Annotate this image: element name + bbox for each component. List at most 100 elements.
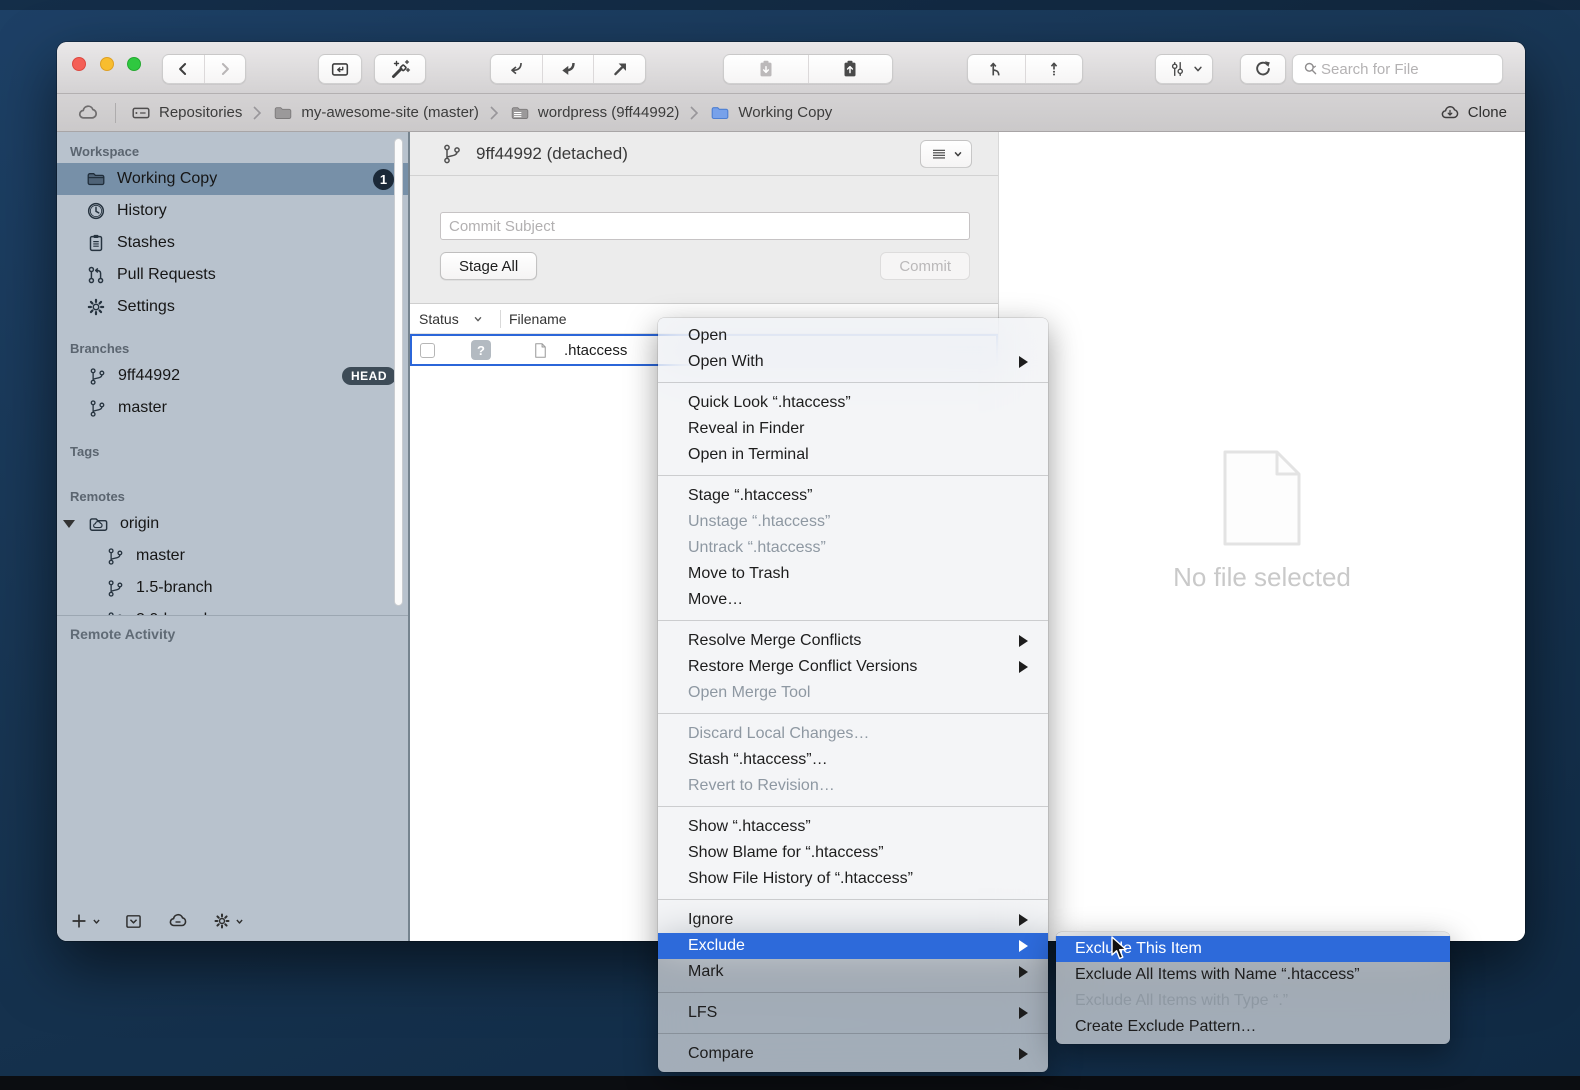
push-button[interactable] [593,55,645,83]
sidebar-item-history[interactable]: History [57,195,408,227]
search-field[interactable] [1292,54,1503,84]
stashes-icon [85,232,107,254]
pane-options-button[interactable] [920,140,972,168]
sidebar-item-stashes[interactable]: Stashes [57,227,408,259]
sidebar-scrollbar[interactable] [394,138,403,606]
stash-button[interactable] [724,55,808,83]
menu-item-mark[interactable]: Mark [658,959,1048,985]
actions-gear-button[interactable] [212,911,244,931]
change-count-badge: 1 [373,169,394,190]
sidebar-item-pull-requests[interactable]: Pull Requests [57,259,408,291]
remote-activity-panel: Remote Activity [57,615,408,901]
hamburger-menu-icon [930,145,948,163]
menu-item-compare[interactable]: Compare [658,1041,1048,1067]
forward-button[interactable] [204,55,246,83]
breadcrumb-submodule[interactable]: wordpress (9ff44992) [509,102,679,124]
add-button[interactable] [69,911,101,931]
sync-group [490,54,646,84]
commit-button[interactable]: Commit [880,252,970,280]
fetch-button[interactable] [491,55,542,83]
cloud-icon [166,909,190,933]
no-file-selected-text: No file selected [1173,562,1351,593]
back-button[interactable] [163,55,204,83]
sidebar-remote-branch-2-0[interactable]: 2.0-branch [57,604,408,615]
breadcrumb-repo[interactable]: my-awesome-site (master) [272,102,479,124]
breadcrumb: Repositories my-awesome-site (master) wo… [57,94,1525,132]
submenu-arrow-icon [1019,1007,1028,1019]
sidebar-tree: Workspace Working Copy 1 History Stashes… [57,132,408,615]
submenu-item-create-exclude-pattern[interactable]: Create Exclude Pattern… [1056,1014,1450,1040]
menu-item-move[interactable]: Move… [658,587,1048,613]
rebase-button[interactable] [1025,55,1083,83]
close-window-button[interactable] [72,57,86,71]
sidebar-remote-branch-1-5[interactable]: 1.5-branch [57,572,408,604]
stash-group [723,54,893,84]
stash-pop-icon [839,58,861,80]
filename-column-header[interactable]: Filename [501,311,567,327]
stage-checkbox[interactable] [420,343,435,358]
submenu-arrow-icon [1019,940,1028,952]
menu-item-reveal-in-finder[interactable]: Reveal in Finder [658,416,1048,442]
branch-icon [105,610,126,616]
push-icon [609,58,631,80]
file-preview-panel: No file selected [998,132,1525,941]
stash-save-icon [755,58,777,80]
menu-item-restore-merge-conflict-versions[interactable]: Restore Merge Conflict Versions [658,654,1048,680]
menu-item-quick-look[interactable]: Quick Look “.htaccess” [658,390,1048,416]
search-input[interactable] [1321,61,1494,78]
menu-item-ignore[interactable]: Ignore [658,907,1048,933]
menu-item-resolve-merge-conflicts[interactable]: Resolve Merge Conflicts [658,628,1048,654]
cloud-account-button[interactable] [166,909,190,933]
menu-item-stash[interactable]: Stash “.htaccess”… [658,747,1048,773]
workspace-section-label: Workspace [57,138,408,163]
menu-item-move-to-trash[interactable]: Move to Trash [658,561,1048,587]
commit-button-toolbar[interactable] [318,54,362,84]
menu-item-open[interactable]: Open [658,323,1048,349]
breadcrumb-separator [251,105,263,121]
untracked-status-badge: ? [471,340,491,360]
breadcrumb-repositories[interactable]: Repositories [130,102,242,124]
view-options-button[interactable] [1155,54,1213,84]
sidebar-item-working-copy[interactable]: Working Copy 1 [57,163,408,195]
sidebar-footer [57,901,408,941]
refresh-button[interactable] [1240,54,1286,84]
stage-all-button[interactable]: Stage All [440,252,537,280]
menu-separator [658,713,1048,714]
remote-folder-icon [87,513,110,536]
sidebar-item-settings[interactable]: Settings [57,291,408,323]
commit-subject-input[interactable] [440,212,970,240]
no-file-document-icon [1223,450,1301,546]
pull-button[interactable] [542,55,594,83]
sidebar-branch-9ff44992[interactable]: 9ff44992 HEAD [57,360,408,392]
gear-icon [212,911,232,931]
zoom-window-button[interactable] [127,57,141,71]
sidebar-branch-master[interactable]: master [57,392,408,424]
submenu-arrow-icon [1019,914,1028,926]
menu-item-lfs[interactable]: LFS [658,1000,1048,1026]
fetch-icon [505,58,527,80]
merge-icon [985,58,1007,80]
menu-item-show-blame[interactable]: Show Blame for “.htaccess” [658,840,1048,866]
status-column-header[interactable]: Status [410,311,500,327]
minimize-window-button[interactable] [100,57,114,71]
menu-item-show-file-history[interactable]: Show File History of “.htaccess” [658,866,1048,892]
menu-item-open-in-terminal[interactable]: Open in Terminal [658,442,1048,468]
branch-icon [87,366,108,387]
menu-item-stage[interactable]: Stage “.htaccess” [658,483,1048,509]
inbox-button[interactable] [123,911,144,932]
merge-button[interactable] [968,55,1025,83]
sidebar-remote-origin[interactable]: origin [57,508,408,540]
menu-item-open-with[interactable]: Open With [658,349,1048,375]
submenu-item-exclude-all-with-name[interactable]: Exclude All Items with Name “.htaccess” [1056,962,1450,988]
sidebar-remote-branch-master[interactable]: master [57,540,408,572]
context-menu: Open Open With Quick Look “.htaccess” Re… [658,318,1048,1072]
clone-button[interactable]: Clone [1438,101,1507,125]
menu-item-exclude[interactable]: Exclude [658,933,1048,959]
chevron-left-icon [173,59,193,79]
apply-stash-button[interactable] [808,55,893,83]
disclosure-triangle-icon[interactable] [63,520,75,528]
quick-actions-button[interactable] [374,54,426,84]
menu-item-show[interactable]: Show “.htaccess” [658,814,1048,840]
breadcrumb-working-copy[interactable]: Working Copy [709,102,832,124]
submenu-arrow-icon [1019,635,1028,647]
